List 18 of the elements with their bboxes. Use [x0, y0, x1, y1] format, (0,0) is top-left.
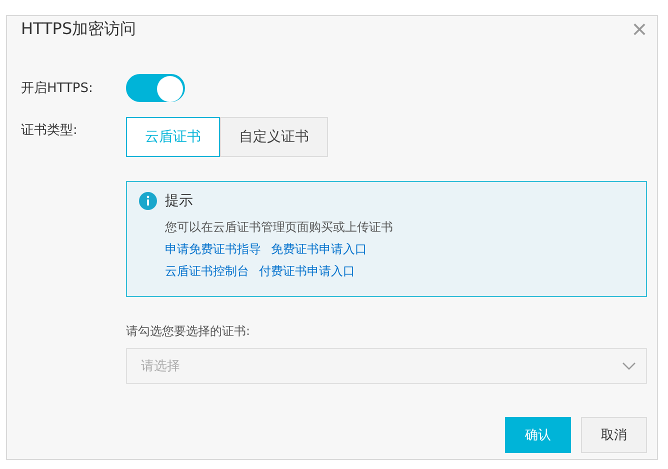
notice-link[interactable]: 申请免费证书指导 [165, 238, 261, 260]
confirm-button[interactable]: 确认 [505, 417, 571, 453]
field-label: 证书类型: [21, 122, 78, 139]
close-button[interactable]: × [632, 16, 647, 42]
info-icon [139, 192, 157, 210]
notice-title: 提示 [165, 192, 193, 210]
notice-link[interactable]: 云盾证书控制台 [165, 260, 249, 282]
field-label: 开启HTTPS: [21, 80, 94, 97]
notice-link[interactable]: 付费证书申请入口 [259, 260, 355, 282]
notice-link[interactable]: 免费证书申请入口 [271, 238, 367, 260]
cert-type-tab[interactable]: 自定义证书 [220, 117, 328, 157]
cancel-button[interactable]: 取消 [581, 417, 647, 453]
https-toggle[interactable] [126, 74, 185, 102]
notice-text: 您可以在云盾证书管理页面购买或上传证书 [165, 219, 394, 236]
select-label: 请勾选您要选择的证书: [126, 323, 252, 340]
cert-type-tab[interactable]: 云盾证书 [126, 117, 220, 157]
dialog-title: HTTPS加密访问 [21, 18, 136, 40]
chevron-down-icon [622, 362, 636, 370]
